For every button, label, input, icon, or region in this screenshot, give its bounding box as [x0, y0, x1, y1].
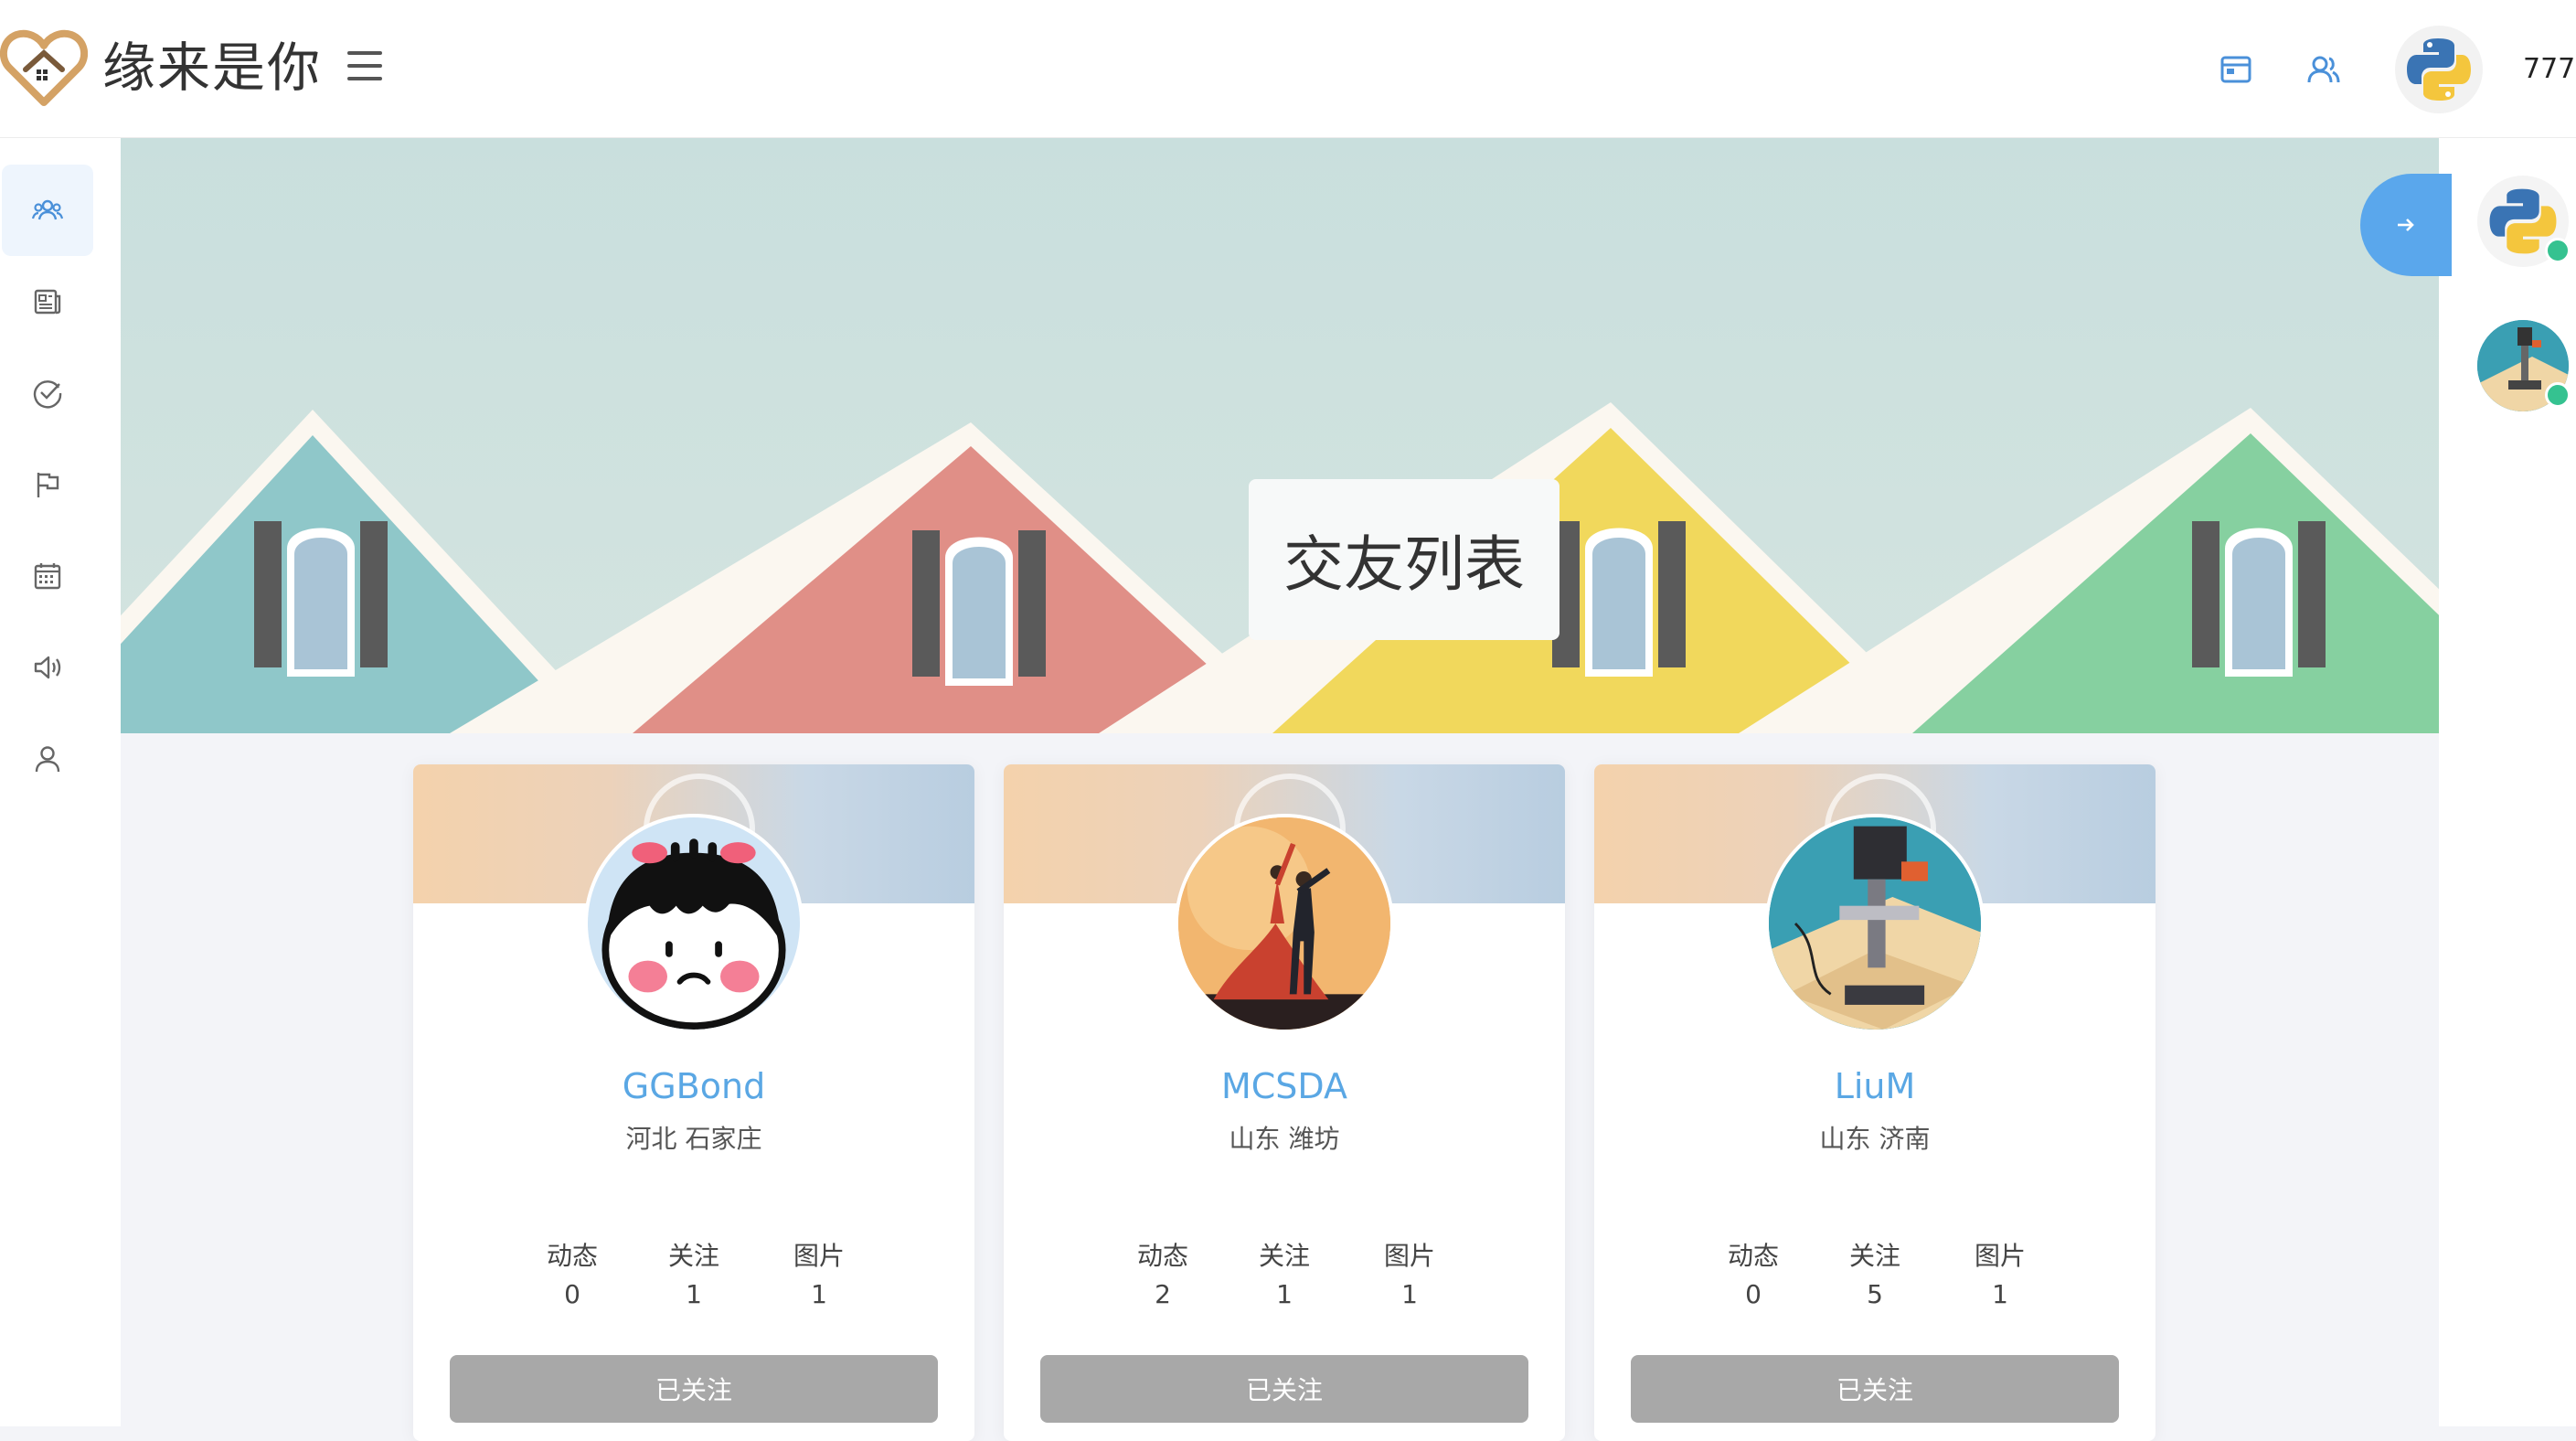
sidebar-item-news[interactable] [2, 256, 93, 347]
user-icon [35, 746, 60, 773]
hero-banner: 交友列表 [121, 137, 2439, 733]
browser-window-icon[interactable] [2218, 51, 2254, 88]
heart-house-logo-icon[interactable] [0, 27, 88, 110]
online-user-avatar[interactable] [2477, 176, 2571, 267]
left-sidebar [0, 137, 121, 1426]
stat-photos[interactable]: 图片 1 [757, 1238, 881, 1315]
stat-label: 动态 [546, 1241, 598, 1271]
followed-button[interactable]: 已关注 [450, 1355, 938, 1423]
hamburger-menu-icon[interactable] [347, 51, 382, 84]
flag-icon [37, 473, 59, 497]
stat-photos[interactable]: 图片 1 [1347, 1238, 1472, 1315]
stat-posts[interactable]: 动态 0 [510, 1238, 634, 1315]
stat-value: 1 [1992, 1279, 2008, 1309]
stat-label: 关注 [1258, 1241, 1310, 1271]
friend-avatar[interactable] [1175, 814, 1394, 1033]
stat-label: 关注 [1848, 1241, 1900, 1271]
followed-button[interactable]: 已关注 [1631, 1355, 2119, 1423]
friend-avatar[interactable] [584, 814, 804, 1033]
stat-posts[interactable]: 动态 2 [1101, 1238, 1225, 1315]
top-header: 缘来是你 777 [0, 0, 2576, 138]
stat-following[interactable]: 关注 1 [1222, 1238, 1347, 1315]
stat-label: 关注 [667, 1241, 719, 1271]
python-logo-icon [2407, 38, 2471, 101]
sidebar-item-tasks[interactable] [2, 347, 93, 439]
stat-value: 1 [811, 1279, 827, 1309]
sidebar-item-friends[interactable] [2, 165, 93, 256]
friend-location: 山东 济南 [1819, 1124, 1931, 1154]
friend-card: LiuM 山东 济南 动态 0 关注 5 图片 1 已关注 [1594, 764, 2156, 1441]
online-status-dot [2545, 238, 2571, 263]
friends-icon [31, 199, 64, 220]
page-title: 交友列表 [1249, 479, 1559, 640]
header-username[interactable]: 777 [2523, 51, 2575, 88]
sidebar-item-flag[interactable] [2, 439, 93, 530]
colorful-houses-illustration [121, 137, 2439, 733]
expand-panel-button[interactable] [2360, 174, 2452, 276]
stat-label: 动态 [1136, 1241, 1188, 1271]
friend-name[interactable]: GGBond [413, 1066, 974, 1106]
stat-photos[interactable]: 图片 1 [1938, 1238, 2062, 1315]
stat-value: 1 [1276, 1279, 1293, 1309]
stat-value: 1 [1401, 1279, 1418, 1309]
check-circle-icon [33, 380, 62, 409]
friend-name[interactable]: MCSDA [1004, 1066, 1565, 1106]
stat-label: 动态 [1727, 1241, 1779, 1271]
sidebar-item-profile[interactable] [2, 713, 93, 805]
user-avatar[interactable] [2395, 26, 2483, 113]
calendar-icon [34, 563, 61, 590]
stat-value: 5 [1867, 1279, 1883, 1309]
users-icon[interactable] [2305, 51, 2342, 88]
stat-value: 1 [686, 1279, 702, 1309]
friend-card: GGBond 河北 石家庄 动态 0 关注 1 图片 1 已关注 [413, 764, 974, 1441]
stat-posts[interactable]: 动态 0 [1691, 1238, 1815, 1315]
sidebar-item-announcements[interactable] [2, 622, 93, 713]
dancers-avatar-icon [1178, 817, 1390, 1030]
friend-name[interactable]: LiuM [1594, 1066, 2156, 1106]
online-user-avatar[interactable] [2477, 320, 2571, 411]
news-icon [34, 289, 61, 315]
stat-following[interactable]: 关注 5 [1813, 1238, 1937, 1315]
friend-card: MCSDA 山东 潍坊 动态 2 关注 1 图片 1 已关注 [1004, 764, 1565, 1441]
speaker-icon [34, 656, 61, 679]
friend-location: 河北 石家庄 [625, 1124, 762, 1154]
stat-value: 2 [1155, 1279, 1171, 1309]
stat-label: 图片 [1974, 1241, 2026, 1271]
stat-value: 0 [564, 1279, 580, 1309]
arrow-right-icon [2398, 219, 2414, 231]
stat-label: 图片 [793, 1241, 845, 1271]
friend-avatar[interactable] [1765, 814, 1985, 1033]
online-status-dot [2545, 382, 2571, 408]
followed-button[interactable]: 已关注 [1040, 1355, 1528, 1423]
drill-press-avatar-icon [1769, 817, 1981, 1030]
friend-location: 山东 潍坊 [1229, 1124, 1340, 1154]
brand-name: 缘来是你 [102, 37, 323, 99]
sidebar-item-calendar[interactable] [2, 530, 93, 622]
stat-following[interactable]: 关注 1 [632, 1238, 756, 1315]
stat-value: 0 [1745, 1279, 1762, 1309]
online-users-rail [2439, 137, 2576, 1426]
cartoon-girl-avatar-icon [588, 817, 800, 1030]
stat-label: 图片 [1383, 1241, 1435, 1271]
